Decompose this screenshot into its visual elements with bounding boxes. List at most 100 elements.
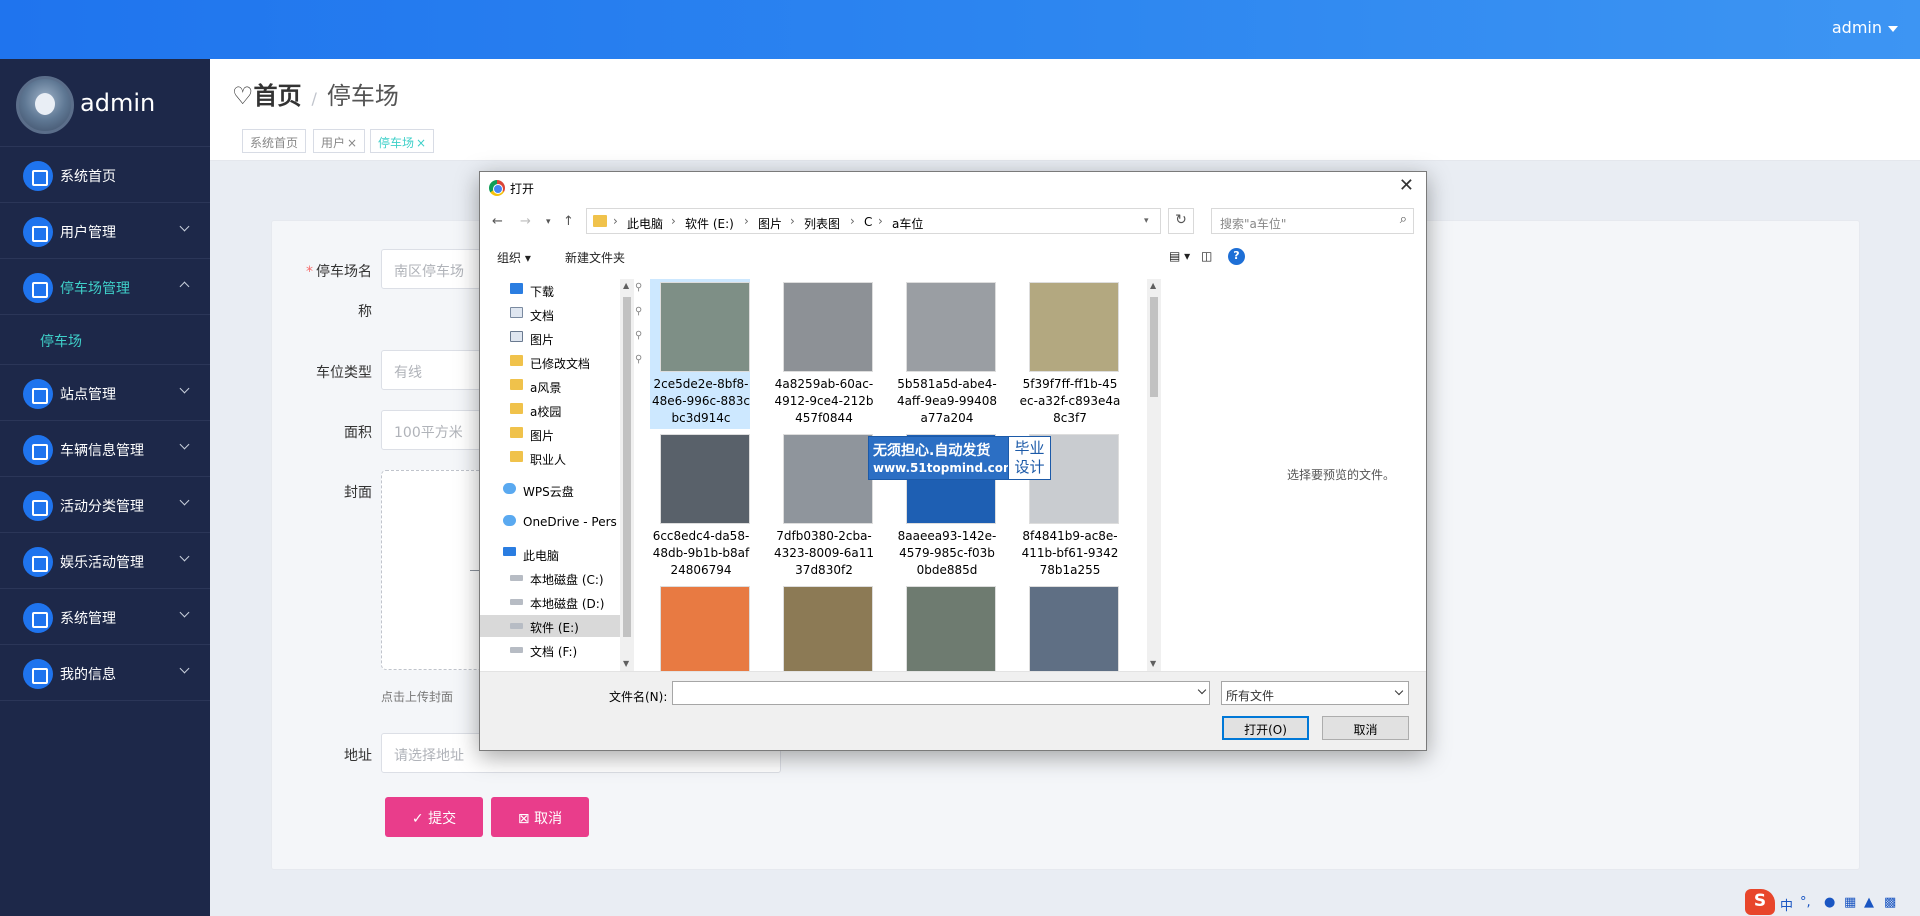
watermark-line1: 无须担心.自动发货	[873, 443, 991, 459]
file-thumbnail[interactable]: 6cc8edc4-da58-48db-9b1b-b8af24806794	[650, 431, 750, 581]
tab-parking[interactable]: 停车场 ×	[370, 129, 435, 153]
keyboard-icon[interactable]: ▦	[1844, 895, 1856, 910]
cancel-label: 取消	[534, 811, 563, 827]
microphone-icon[interactable]: ●	[1824, 895, 1835, 910]
file-thumbnail[interactable]	[1019, 583, 1119, 671]
help-icon[interactable]: ?	[1228, 248, 1245, 265]
chevron-down-icon[interactable]	[1197, 685, 1207, 695]
file-thumbnail[interactable]: 2ce5de2e-8bf8-48e6-996c-883cbc3d914c	[650, 279, 750, 429]
nav-item[interactable]: 此电脑	[503, 543, 638, 565]
area-label: 面积	[344, 425, 372, 441]
scroll-down-icon[interactable]: ▼	[1150, 659, 1156, 668]
filename-input[interactable]	[672, 681, 1210, 705]
skin-icon[interactable]: ▲	[1864, 895, 1874, 910]
dialog-cancel-button[interactable]: 取消	[1322, 716, 1409, 740]
path-segment[interactable]: C	[864, 215, 872, 229]
parking-name-input[interactable]: 南区停车场	[381, 249, 481, 289]
cancel-button[interactable]: ⊠ 取消	[491, 797, 589, 837]
scroll-up-icon[interactable]: ▲	[623, 281, 629, 290]
chevron-down-icon	[179, 383, 190, 394]
view-options-icon[interactable]: ▤ ▾	[1169, 249, 1190, 263]
space-type-input[interactable]: 有线	[381, 350, 481, 390]
sidebar-subitem-parking-lot[interactable]: 停车场	[0, 315, 210, 365]
tab-users[interactable]: 用户 ×	[313, 129, 366, 153]
watermark-line2: www.51topmind.com	[873, 461, 1016, 475]
nav-item[interactable]: WPS云盘	[503, 479, 638, 501]
path-separator-icon: ›	[671, 214, 676, 228]
open-button[interactable]: 打开(O)	[1222, 716, 1309, 740]
file-thumbnail[interactable]: 7dfb0380-2cba-4323-8009-6a1137d830f2	[773, 431, 874, 581]
space-type-label: 车位类型	[316, 365, 372, 381]
recent-dropdown-icon[interactable]: ▾	[546, 217, 551, 227]
file-type-select[interactable]: 所有文件	[1221, 681, 1409, 705]
sidebar-item-activities[interactable]: 娱乐活动管理	[0, 533, 210, 589]
path-segment[interactable]: 软件 (E:)	[685, 215, 734, 232]
page-header	[210, 59, 1920, 121]
organize-button[interactable]: 组织 ▾	[497, 249, 531, 266]
breadcrumb-home[interactable]: 首页	[254, 82, 302, 110]
nav-item[interactable]: 软件 (E:)	[480, 615, 620, 637]
name-label-text: 停车场名	[316, 264, 372, 280]
forward-arrow-icon[interactable]: →	[520, 214, 531, 229]
sidebar-item-system[interactable]: 系统管理	[0, 589, 210, 645]
file-thumbnail[interactable]: 4a8259ab-60ac-4912-9ce4-212b457f0844	[773, 279, 873, 429]
tab-bar: 系统首页 用户 × 停车场 ×	[210, 121, 1920, 161]
sidebar-item-label: 用户管理	[60, 225, 116, 241]
nav-scrollbar[interactable]: ▲ ▼	[620, 279, 634, 671]
scroll-thumb[interactable]	[623, 297, 631, 637]
file-thumbnail[interactable]	[773, 583, 873, 671]
preview-pane-icon[interactable]: ◫	[1201, 249, 1212, 263]
path-separator-icon: ›	[878, 214, 883, 228]
path-segment[interactable]: 列表图	[804, 215, 840, 232]
sidebar-item-my-info[interactable]: 我的信息	[0, 645, 210, 701]
nav-item-label: 职业人	[530, 453, 567, 467]
search-input[interactable]: 搜索"a车位" ⌕	[1211, 208, 1414, 234]
address-dropdown-icon[interactable]: ▾	[1144, 216, 1149, 226]
dialog-titlebar: 打开 ✕	[480, 172, 1426, 202]
sidebar-item-vehicles[interactable]: 车辆信息管理	[0, 421, 210, 477]
files-scrollbar[interactable]: ▲ ▼	[1147, 279, 1161, 671]
image-thumbnail	[1029, 586, 1119, 671]
up-arrow-icon[interactable]: ↑	[563, 214, 574, 229]
file-thumbnail[interactable]: 5b581a5d-abe4-4aff-9ea9-99408a77a204	[896, 279, 997, 429]
close-icon[interactable]: ×	[347, 136, 357, 150]
image-thumbnail	[906, 282, 996, 372]
sidebar-item-users[interactable]: 用户管理	[0, 203, 210, 259]
scroll-down-icon[interactable]: ▼	[623, 659, 629, 668]
path-segment[interactable]: a车位	[892, 215, 923, 232]
folder-icon	[593, 215, 607, 227]
sidebar-item-activity-categories[interactable]: 活动分类管理	[0, 477, 210, 533]
path-segment[interactable]: 此电脑	[627, 215, 663, 232]
image-thumbnail	[783, 586, 873, 671]
breadcrumb-separator: /	[311, 89, 317, 108]
scroll-thumb[interactable]	[1150, 297, 1158, 397]
sidebar-item-parking[interactable]: 停车场管理	[0, 259, 210, 315]
sidebar-item-stations[interactable]: 站点管理	[0, 365, 210, 421]
sidebar-item-label: 站点管理	[60, 387, 116, 403]
sidebar-item-home[interactable]: 系统首页	[0, 147, 210, 203]
submit-button[interactable]: ✓ 提交	[385, 797, 483, 837]
user-menu[interactable]: admin	[1832, 18, 1898, 37]
address-bar[interactable]: › 此电脑 › 软件 (E:) › 图片 › 列表图 › C › a车位 ▾	[586, 208, 1161, 234]
breadcrumb-current: 停车场	[326, 82, 399, 110]
refresh-icon[interactable]: ↻	[1168, 208, 1194, 234]
file-thumbnail[interactable]	[896, 583, 996, 671]
punctuation-icon[interactable]: °,	[1800, 895, 1811, 910]
path-segment[interactable]: 图片	[758, 215, 782, 232]
file-thumbnail[interactable]	[650, 583, 750, 671]
sogou-icon[interactable]: S	[1745, 889, 1775, 915]
nav-item[interactable]: OneDrive - Pers	[503, 511, 638, 533]
file-thumbnail[interactable]: 5f39f7ff-ff1b-45ec-a32f-c893e4a8c3f7	[1019, 279, 1120, 429]
search-placeholder: 搜索"a车位"	[1220, 217, 1287, 231]
toolbox-icon[interactable]: ▩	[1884, 895, 1896, 910]
back-arrow-icon[interactable]: ←	[492, 214, 503, 229]
new-folder-button[interactable]: 新建文件夹	[565, 249, 625, 266]
file-name: 4a8259ab-60ac-4912-9ce4-212b457f0844	[774, 377, 874, 425]
close-icon[interactable]: ✕	[1399, 175, 1414, 196]
watermark-box: 毕业 设计	[1008, 437, 1050, 479]
tab-home[interactable]: 系统首页	[242, 129, 307, 153]
ime-mode[interactable]: 中	[1780, 895, 1793, 914]
area-input[interactable]: 100平方米	[381, 410, 481, 450]
scroll-up-icon[interactable]: ▲	[1150, 281, 1156, 290]
close-icon[interactable]: ×	[416, 136, 426, 150]
